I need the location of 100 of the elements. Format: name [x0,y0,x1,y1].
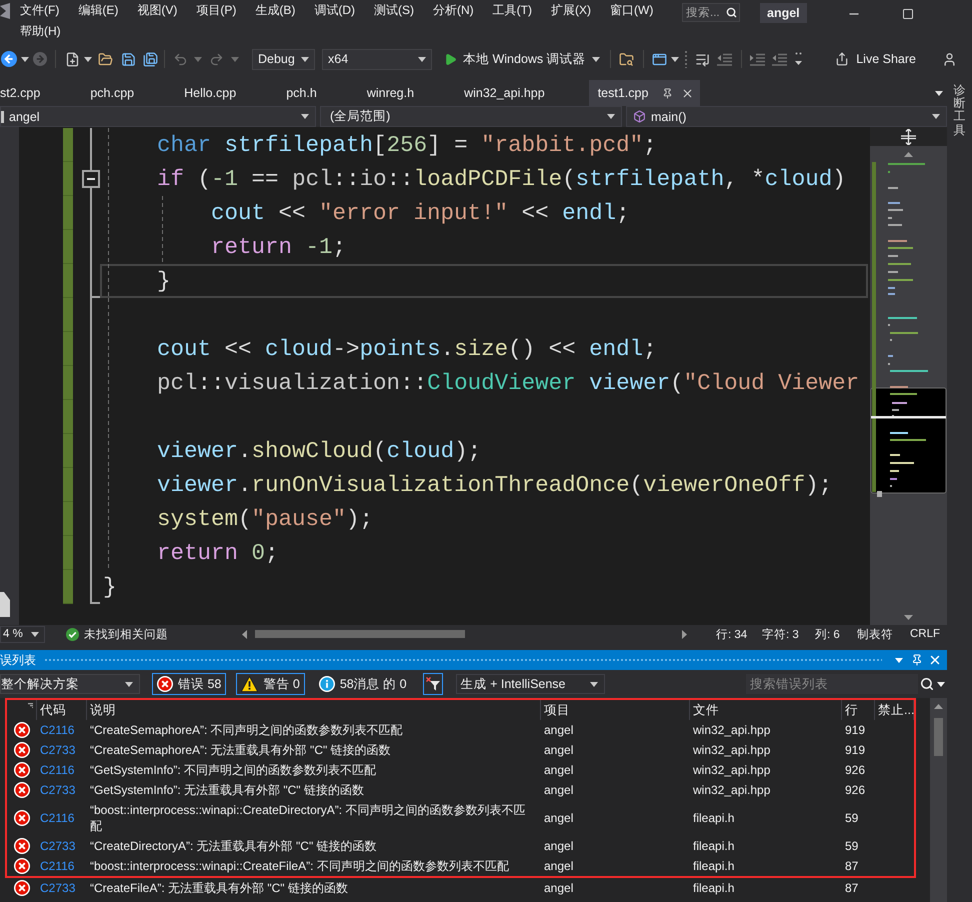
caret-icon[interactable] [21,56,29,62]
menu-item[interactable]: 调试(D) [305,0,365,21]
scope-dropdown[interactable]: 整个解决方案 [0,674,140,694]
menu-item[interactable]: 帮助(H) [11,21,71,42]
error-code-link[interactable]: C2733 [37,836,78,856]
scope-dropdown[interactable]: (全局范围) [320,106,622,127]
status-text[interactable]: CRLF [910,628,947,640]
source-dropdown[interactable]: 生成 + IntelliSense [456,674,605,694]
live-share-button[interactable]: Live Share [831,48,920,70]
menu-item[interactable]: 测试(S) [365,0,424,21]
search-field[interactable]: 搜索错误列表 [746,674,918,694]
tab[interactable]: Hello.cpp [178,80,280,106]
scrollbar-thumb[interactable] [255,630,465,638]
run-button[interactable]: 本地 Windows 调试器 [440,48,604,70]
pin-icon[interactable] [662,88,674,98]
column-options-icon[interactable] [28,703,33,708]
caret-icon[interactable] [937,682,945,686]
tab[interactable]: win32_api.hpp [458,80,589,106]
folder-search-icon[interactable] [619,52,634,66]
error-code-link[interactable]: C2116 [37,808,78,828]
scroll-right-icon[interactable] [682,630,686,638]
scroll-left-icon[interactable] [242,630,246,638]
caret-icon[interactable] [84,56,92,62]
scrollbar-thumb[interactable] [934,718,943,756]
outdent-icon[interactable] [772,52,788,66]
menu-item[interactable]: 编辑(E) [69,0,128,21]
new-file-icon[interactable] [64,52,80,66]
error-code-link[interactable]: C2116 [37,720,78,740]
status-text[interactable]: 制表符 [857,626,910,642]
error-icon [14,838,30,854]
open-folder-icon[interactable] [98,52,112,66]
filter-button[interactable]: 58消息 的 0 [314,673,412,695]
margin-marker-icon [0,592,10,617]
code-line: return 0; [157,539,279,568]
caret-icon[interactable] [935,90,943,96]
tab[interactable]: pch.h [280,80,361,106]
column-header[interactable]: 代码 [37,700,87,720]
search-icon[interactable] [726,7,737,18]
column-header[interactable]: 项目 [541,700,690,720]
overflow-icon[interactable] [795,52,802,66]
filter-toggle-button[interactable] [422,673,443,695]
caret-icon[interactable] [670,56,679,62]
outdent-icon[interactable] [717,52,732,66]
pin-icon[interactable] [911,654,923,666]
filter-button[interactable]: 警告 0 [236,673,305,695]
tab[interactable]: test1.cpp [588,80,700,106]
tab[interactable]: winreg.h [360,80,458,106]
save-all-icon[interactable] [142,52,158,66]
table-cell-text: fileapi.h [692,810,736,827]
error-code-link[interactable]: C2733 [37,878,78,898]
platform-dropdown[interactable]: x64 [322,48,432,70]
list-arrow-icon[interactable] [695,52,710,66]
close-icon[interactable] [928,653,942,667]
scroll-up-icon[interactable] [904,152,913,156]
indent-icon[interactable] [750,52,766,66]
close-icon[interactable] [681,86,694,100]
error-code-link[interactable]: C2733 [37,740,78,760]
scroll-up-icon[interactable] [934,704,943,708]
table-cell-text: 919 [844,722,866,739]
table-cell-text: “boost::interprocess::winapi::CreateFileA”: 不同声明之间的函数参数列表不匹配 [89,858,510,875]
logo-icon[interactable] [0,3,10,19]
error-code-link[interactable]: C2733 [37,780,78,800]
search-icon[interactable] [920,677,934,691]
undo-icon[interactable] [172,52,188,66]
tab[interactable]: st2.cpp [0,80,84,106]
configuration-dropdown[interactable]: Debug [252,48,315,70]
window-icon[interactable] [652,52,668,66]
maximize-icon[interactable] [902,8,914,20]
tab[interactable]: pch.cpp [84,80,178,106]
redo-icon[interactable] [208,52,224,66]
project-dropdown[interactable]: angel [0,106,316,127]
menu-item[interactable]: 工具(T) [484,0,542,21]
zoom-dropdown[interactable]: 4 % [0,626,45,642]
splitter-icon[interactable] [901,128,916,144]
scroll-down-icon[interactable] [904,614,913,620]
filter-button[interactable]: 错误 58 [152,673,226,695]
save-icon[interactable] [120,52,136,66]
menu-item[interactable]: 视图(V) [128,0,188,21]
table-cell-text: fileapi.h [692,838,736,855]
column-header[interactable]: 文件 [690,700,842,720]
menu-item[interactable]: 项目(P) [187,0,246,21]
status-text: 字符: 3 [762,627,800,642]
menu-item[interactable]: 生成(B) [246,0,306,21]
table-cell-text: win32_api.hpp [692,782,772,799]
scrollbar-track[interactable] [930,698,947,902]
menu-item[interactable]: 扩展(X) [542,0,601,21]
side-tab[interactable]: 诊断工具 [954,82,966,139]
person-icon[interactable] [942,52,956,66]
menu-item[interactable]: 文件(F) [11,0,70,21]
member-dropdown[interactable]: main() [626,106,947,127]
error-code-link[interactable]: C2116 [37,856,78,876]
menu-item[interactable]: 分析(N) [424,0,484,21]
back-icon[interactable] [1,51,17,67]
code-line: cout << "error input!" << endl; [211,199,630,228]
column-header[interactable]: 说明 [87,700,541,720]
error-code-link[interactable]: C2116 [37,760,78,780]
column-header[interactable]: 行 [842,700,875,720]
menu-item[interactable]: 窗口(W) [601,0,664,21]
collapse-icon[interactable] [82,170,100,188]
column-header[interactable]: 禁止... [875,700,914,720]
